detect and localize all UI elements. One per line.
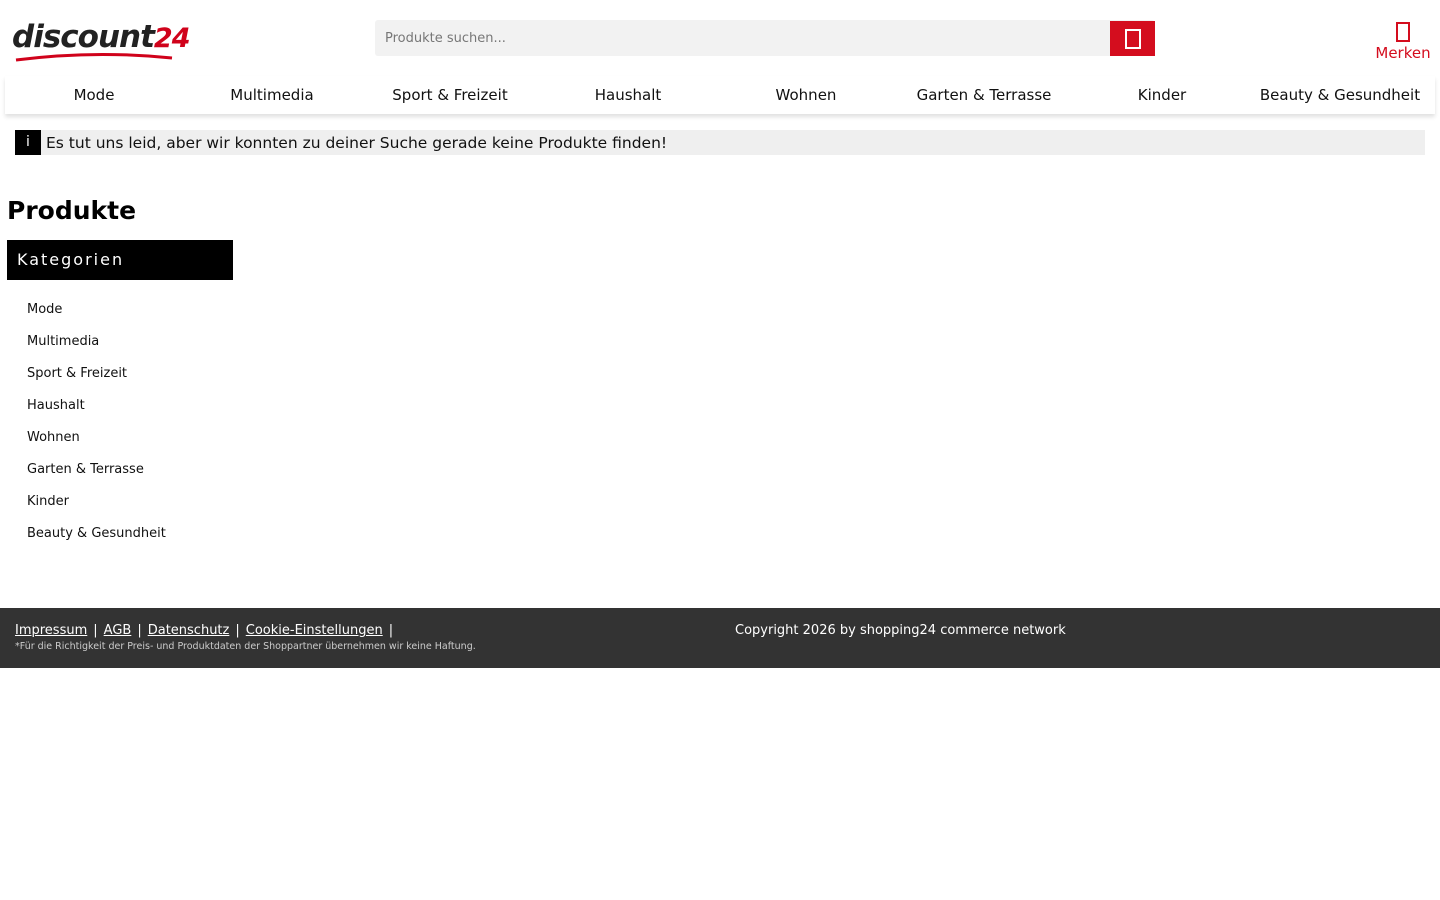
footer-link-impressum[interactable]: Impressum — [15, 623, 87, 638]
nav-item-mode[interactable]: Mode — [5, 76, 183, 114]
copyright-text: Copyright 2026 by shopping24 commerce ne… — [735, 623, 1066, 638]
main-nav: Mode Multimedia Sport & Freizeit Haushal… — [5, 76, 1435, 114]
footer-separator: | — [235, 623, 240, 638]
logo-text-main: discount — [12, 19, 155, 55]
categories-header: Kategorien — [7, 240, 233, 280]
notice-text: Es tut uns leid, aber wir konnten zu dei… — [46, 133, 668, 152]
nav-item-haushalt[interactable]: Haushalt — [539, 76, 717, 114]
footer-link-cookie-einstellungen[interactable]: Cookie-Einstellungen — [246, 623, 383, 638]
category-item-sport-freizeit[interactable]: Sport & Freizeit — [27, 360, 166, 392]
nav-item-beauty-gesundheit[interactable]: Beauty & Gesundheit — [1251, 76, 1429, 114]
info-icon: i — [15, 130, 41, 155]
nav-item-sport-freizeit[interactable]: Sport & Freizeit — [361, 76, 539, 114]
category-item-wohnen[interactable]: Wohnen — [27, 424, 166, 456]
footer-separator: | — [137, 623, 142, 638]
logo-swoosh — [15, 52, 173, 62]
footer-link-datenschutz[interactable]: Datenschutz — [148, 623, 230, 638]
category-item-mode[interactable]: Mode — [27, 296, 166, 328]
category-item-beauty-gesundheit[interactable]: Beauty & Gesundheit — [27, 520, 166, 552]
logo-text-number: 24 — [153, 23, 191, 54]
footer-separator: | — [388, 623, 394, 638]
category-item-multimedia[interactable]: Multimedia — [27, 328, 166, 360]
category-list: Mode Multimedia Sport & Freizeit Haushal… — [27, 296, 166, 552]
footer-disclaimer: *Für die Richtigkeit der Preis- und Prod… — [15, 641, 476, 652]
logo[interactable]: discount24 — [12, 18, 190, 64]
merken-button[interactable]: Merken — [1370, 22, 1436, 62]
no-results-notice: i Es tut uns leid, aber wir konnten zu d… — [15, 130, 1425, 155]
search-button[interactable] — [1110, 21, 1155, 56]
nav-item-wohnen[interactable]: Wohnen — [717, 76, 895, 114]
nav-item-kinder[interactable]: Kinder — [1073, 76, 1251, 114]
nav-item-multimedia[interactable]: Multimedia — [183, 76, 361, 114]
page-title: Produkte — [7, 196, 137, 225]
bookmark-icon — [1396, 22, 1410, 42]
footer-links: Impressum | AGB | Datenschutz | Cookie-Einstel… — [15, 623, 399, 638]
search-input[interactable] — [375, 20, 1110, 56]
footer-link-agb[interactable]: AGB — [104, 623, 132, 638]
footer-separator: | — [93, 623, 98, 638]
category-item-garten-terrasse[interactable]: Garten & Terrasse — [27, 456, 166, 488]
merken-label: Merken — [1375, 44, 1431, 62]
category-item-haushalt[interactable]: Haushalt — [27, 392, 166, 424]
footer: Impressum | AGB | Datenschutz | Cookie-Einstel… — [0, 608, 1440, 668]
search-bar — [375, 20, 1155, 56]
nav-item-garten-terrasse[interactable]: Garten & Terrasse — [895, 76, 1073, 114]
search-icon — [1124, 28, 1141, 49]
category-item-kinder[interactable]: Kinder — [27, 488, 166, 520]
